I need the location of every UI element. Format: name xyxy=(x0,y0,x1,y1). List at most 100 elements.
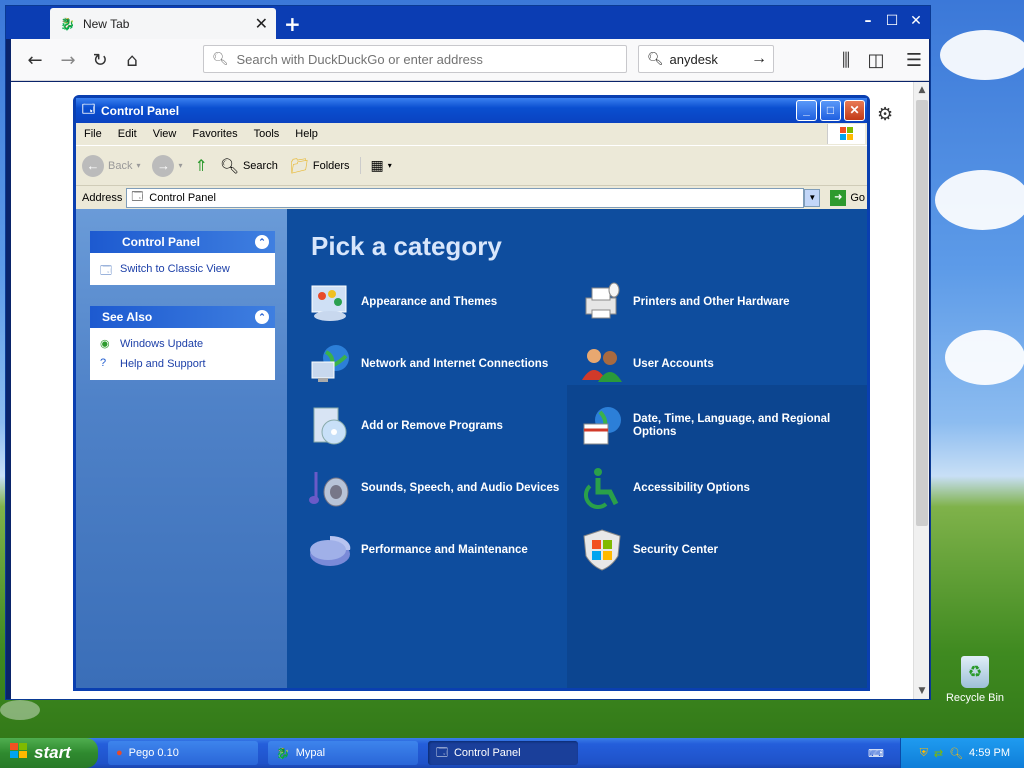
control-panel-body: Control Panel ⌃ 🗔 Switch to Classic View xyxy=(76,209,867,688)
category-appearance[interactable]: Appearance and Themes xyxy=(307,279,577,325)
tab-new-tab[interactable]: 🐉 New Tab ✕ xyxy=(50,8,276,39)
switch-view-icon: 🗔 xyxy=(100,265,112,277)
go-button[interactable]: ➜ Go xyxy=(830,189,866,206)
menu-view[interactable]: View xyxy=(145,128,185,140)
back-button[interactable]: ← Back ▾ xyxy=(76,154,146,177)
windows-update-link[interactable]: ◉ Windows Update xyxy=(100,334,265,354)
url-placeholder: Search with DuckDuckGo or enter address xyxy=(236,51,483,67)
panel-header[interactable]: See Also ⌃ xyxy=(90,306,275,328)
folders-label: Folders xyxy=(312,159,350,172)
go-label: Go xyxy=(850,191,866,204)
clock: 4:59 PM xyxy=(969,747,1010,759)
panel-body: ◉ Windows Update ? Help and Support xyxy=(90,328,275,380)
category-performance[interactable]: Performance and Maintenance xyxy=(307,527,577,573)
forward-button[interactable]: → xyxy=(55,47,81,73)
menu-file[interactable]: File xyxy=(76,128,110,140)
close-window-button[interactable]: ✕ xyxy=(906,13,926,29)
scrollbar[interactable]: ▲ ▼ xyxy=(913,82,929,699)
magnifier-icon: 🔍︎ xyxy=(219,157,239,175)
task-pego[interactable]: ● Pego 0.10 xyxy=(108,741,258,765)
cp-maximize-button[interactable]: □ xyxy=(820,100,841,121)
menu-edit[interactable]: Edit xyxy=(110,128,145,140)
category-security-center[interactable]: Security Center xyxy=(579,527,849,573)
switch-view-label: Switch to Classic View xyxy=(120,263,230,275)
recycle-bin[interactable]: ♻ Recycle Bin xyxy=(944,656,1006,704)
gear-icon[interactable]: ⚙ xyxy=(877,104,893,125)
menu-help[interactable]: Help xyxy=(287,128,326,140)
switch-classic-view-link[interactable]: 🗔 Switch to Classic View xyxy=(100,259,265,279)
minimize-button[interactable]: – xyxy=(858,13,878,29)
menu-tools[interactable]: Tools xyxy=(246,128,288,140)
scroll-down-icon[interactable]: ▼ xyxy=(914,683,930,699)
close-tab-icon[interactable]: ✕ xyxy=(255,14,268,34)
start-button[interactable]: start xyxy=(0,738,98,768)
user-accounts-icon xyxy=(579,341,625,387)
home-button[interactable]: ⌂ xyxy=(119,47,145,73)
task-pane: Control Panel ⌃ 🗔 Switch to Classic View xyxy=(76,209,287,688)
search-button[interactable]: 🔍︎ Search xyxy=(214,157,284,175)
back-button[interactable]: ← xyxy=(22,47,48,73)
category-date-time[interactable]: Date, Time, Language, and Regional Optio… xyxy=(579,403,849,449)
taskbar: start ● Pego 0.10 🐉 Mypal 🗔 Control Pane… xyxy=(0,738,1024,768)
security-shield-tray-icon[interactable]: ⛨ xyxy=(920,747,928,760)
new-tab-button[interactable]: + xyxy=(284,12,301,36)
category-network[interactable]: Network and Internet Connections xyxy=(307,341,577,387)
page-heading: Pick a category xyxy=(311,231,502,261)
menu-icon[interactable]: ☰ xyxy=(901,47,927,73)
tab-title: New Tab xyxy=(82,16,130,31)
search-tray-icon[interactable]: 🔍︎ xyxy=(949,747,963,760)
panel-body: 🗔 Switch to Classic View xyxy=(90,253,275,285)
search-go-icon[interactable]: → xyxy=(751,50,767,68)
help-support-link[interactable]: ? Help and Support xyxy=(100,354,265,374)
menu-favorites[interactable]: Favorites xyxy=(184,128,245,140)
back-label: Back xyxy=(108,159,133,172)
maximize-button[interactable]: ☐ xyxy=(882,13,902,29)
window-title: Control Panel xyxy=(101,103,180,118)
panel-header[interactable]: Control Panel ⌃ xyxy=(90,231,275,253)
views-button[interactable]: ▦ ▾ xyxy=(359,157,398,174)
cp-minimize-button[interactable]: _ xyxy=(796,100,817,121)
panel-title: Control Panel xyxy=(122,235,201,249)
control-panel-icon: 🗔 xyxy=(131,191,144,203)
url-bar[interactable]: 🔍︎ Search with DuckDuckGo or enter addre… xyxy=(203,45,627,73)
printer-icon xyxy=(579,279,625,325)
folders-button[interactable]: 📁︎ Folders xyxy=(284,157,356,175)
favicon-icon: 🐉 xyxy=(60,16,75,31)
network-tray-icon[interactable]: ⇄ xyxy=(934,747,943,760)
pego-icon: ● xyxy=(116,747,123,759)
back-arrow-icon: ← xyxy=(82,154,104,177)
address-dropdown-icon[interactable]: ▼ xyxy=(804,188,821,207)
control-panel-titlebar[interactable]: 🗔 Control Panel _ □ ✕ xyxy=(76,98,867,123)
category-label: User Accounts xyxy=(633,357,714,370)
cloud xyxy=(945,330,1024,385)
cloud xyxy=(935,170,1024,230)
collapse-icon[interactable]: ⌃ xyxy=(255,310,269,324)
cp-close-button[interactable]: ✕ xyxy=(844,100,865,121)
search-bar[interactable]: 🔍︎ anydesk → xyxy=(638,45,774,73)
mypal-icon: 🐉 xyxy=(276,747,290,760)
category-label: Sounds, Speech, and Audio Devices xyxy=(361,481,560,494)
category-label: Date, Time, Language, and Regional Optio… xyxy=(633,413,831,438)
library-icon[interactable]: ⫼ xyxy=(833,47,859,73)
category-sounds[interactable]: Sounds, Speech, and Audio Devices xyxy=(307,465,577,511)
up-folder-button[interactable]: ⇑ xyxy=(189,156,214,176)
category-accessibility[interactable]: Accessibility Options xyxy=(579,465,849,511)
category-label: Performance and Maintenance xyxy=(361,543,528,556)
address-input[interactable]: 🗔 Control Panel xyxy=(126,187,805,208)
task-mypal[interactable]: 🐉 Mypal xyxy=(268,741,418,765)
add-remove-programs-icon xyxy=(307,403,353,449)
task-control-panel[interactable]: 🗔 Control Panel xyxy=(428,741,578,765)
scroll-thumb[interactable] xyxy=(916,100,928,526)
browser-window: 🐉 New Tab ✕ + – ☐ ✕ ← → ↻ ⌂ 🔍︎ Search wi… xyxy=(5,5,931,700)
category-add-remove[interactable]: Add or Remove Programs xyxy=(307,403,577,449)
category-user-accounts[interactable]: User Accounts xyxy=(579,341,849,387)
scroll-up-icon[interactable]: ▲ xyxy=(914,82,930,98)
control-panel-icon: 🗔 xyxy=(436,746,448,759)
forward-button[interactable]: → ▾ xyxy=(146,154,188,177)
category-printers[interactable]: Printers and Other Hardware xyxy=(579,279,849,325)
keyboard-icon[interactable]: ⌨ xyxy=(868,747,884,760)
sidebar-icon[interactable]: ◫ xyxy=(863,47,889,73)
reload-button[interactable]: ↻ xyxy=(87,47,113,73)
collapse-icon[interactable]: ⌃ xyxy=(255,235,269,249)
system-tray: ⛨ ⇄ 🔍︎ 4:59 PM xyxy=(900,738,1024,768)
